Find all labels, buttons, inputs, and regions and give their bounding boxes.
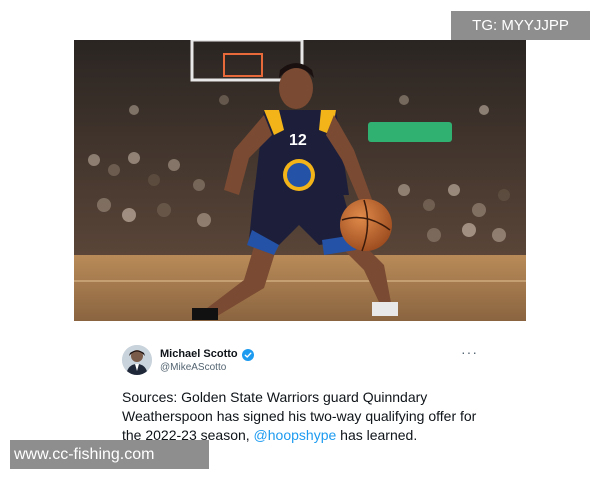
tweet-card[interactable]: Michael Scotto @MikeAScotto ··· Sources:… [120,336,490,446]
author-info: Michael Scotto @MikeAScotto [160,348,254,373]
watermark-bottom: www.cc-fishing.com [10,440,209,469]
author-avatar[interactable] [122,345,152,375]
player-photo: 12 [74,40,526,321]
verified-badge-icon [241,348,254,361]
more-options-icon[interactable]: ··· [461,344,478,360]
page: 12 Michael Scotto @MikeAScotto ··· Sourc… [0,0,600,480]
author-name[interactable]: Michael Scotto [160,348,238,360]
author-handle[interactable]: @MikeAScotto [160,362,254,373]
jersey-number: 12 [289,132,307,149]
avatar-image [122,345,152,375]
watermark-top: TG: MYYJJPP [451,11,590,40]
tweet-text-end: has learned. [336,427,418,443]
mention-link[interactable]: @hoopshype [254,427,337,443]
tweet-text: Sources: Golden State Warriors guard Qui… [122,388,482,445]
photo-illustration: 12 [74,40,526,321]
